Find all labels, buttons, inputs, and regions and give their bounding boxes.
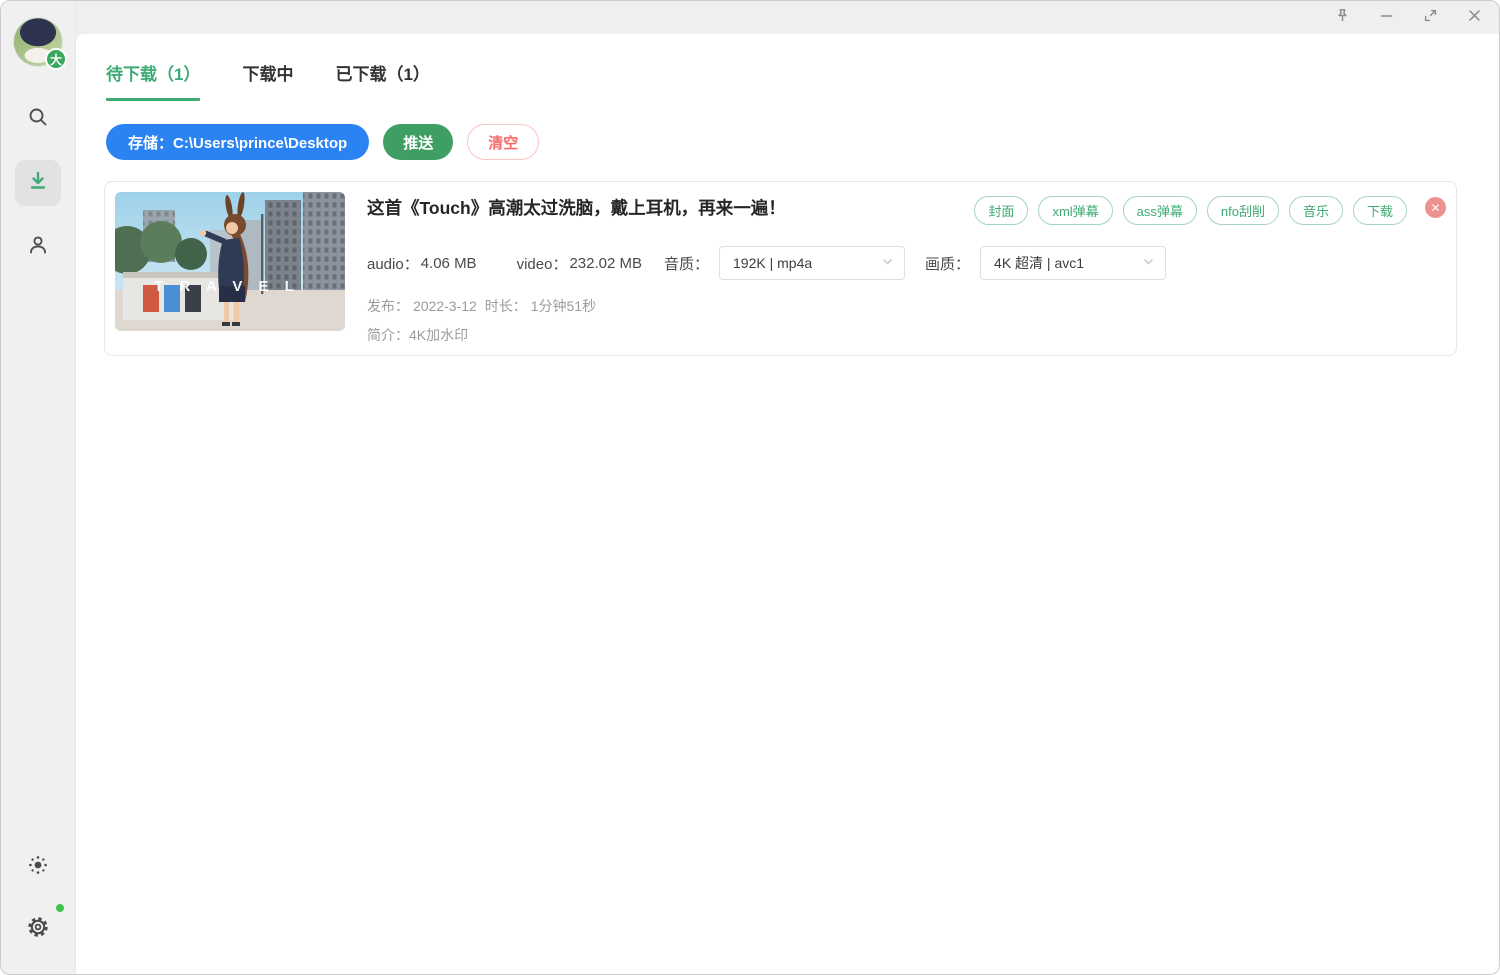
download-icon xyxy=(26,169,50,198)
tab-downloading[interactable]: 下载中 xyxy=(242,60,293,101)
sidebar-nav xyxy=(15,96,61,270)
tab-pending[interactable]: 待下载（1） xyxy=(106,60,200,101)
close-icon xyxy=(1467,8,1482,28)
clear-button[interactable]: 清空 xyxy=(467,124,539,160)
avatar-level-badge: 大 xyxy=(45,48,67,70)
sidebar-item-search[interactable] xyxy=(15,96,61,142)
pin-window-button[interactable] xyxy=(1327,4,1357,32)
sidebar-item-downloads[interactable] xyxy=(15,160,61,206)
maximize-icon xyxy=(1423,8,1438,28)
settings-notification-dot xyxy=(55,903,65,913)
sidebar-bottom xyxy=(15,844,61,952)
audio-size: audio：4.06 MB xyxy=(367,253,477,274)
sidebar-item-user[interactable] xyxy=(15,224,61,270)
push-button[interactable]: 推送 xyxy=(383,124,453,160)
video-quality-select[interactable]: 4K 超清 | avc1 xyxy=(980,246,1166,280)
sidebar: 大 xyxy=(1,1,76,974)
video-title: 这首《Touch》高潮太过洗脑，戴上耳机，再来一遍！ xyxy=(367,196,958,220)
sun-icon xyxy=(26,853,50,882)
storage-path-button[interactable]: 存储：C:\Users\prince\Desktop xyxy=(106,124,369,160)
thumbnail-caption: T R A V E L xyxy=(154,278,300,295)
tag-ass-danmaku[interactable]: ass弹幕 xyxy=(1123,196,1197,225)
chevron-down-icon xyxy=(881,255,894,272)
intro-info: 简介：4K加水印 xyxy=(367,325,1446,345)
option-tags: 封面 xml弹幕 ass弹幕 nfo刮削 音乐 下载 xyxy=(974,196,1407,225)
user-avatar[interactable]: 大 xyxy=(14,18,62,66)
audio-quality-label: 音质： xyxy=(664,253,709,274)
maximize-button[interactable] xyxy=(1415,4,1445,32)
theme-toggle[interactable] xyxy=(15,844,61,890)
app-window: 大 xyxy=(0,0,1500,975)
tag-xml-danmaku[interactable]: xml弹幕 xyxy=(1038,196,1112,225)
person-icon xyxy=(26,233,50,262)
minimize-button[interactable] xyxy=(1371,4,1401,32)
video-size: video：232.02 MB xyxy=(517,253,642,274)
settings-button[interactable] xyxy=(15,906,61,952)
item-details: 这首《Touch》高潮太过洗脑，戴上耳机，再来一遍！ 封面 xml弹幕 ass弹… xyxy=(345,192,1446,345)
tag-download[interactable]: 下载 xyxy=(1353,196,1407,225)
tag-cover[interactable]: 封面 xyxy=(974,196,1028,225)
chevron-down-icon xyxy=(1142,255,1155,272)
toolbar: 存储：C:\Users\prince\Desktop 推送 清空 xyxy=(76,101,1499,160)
titlebar xyxy=(76,1,1499,34)
download-item-card: T R A V E L 这首《Touch》高潮太过洗脑，戴上耳机，再来一遍！ 封… xyxy=(104,181,1457,356)
pin-icon xyxy=(1335,8,1350,28)
tab-downloaded[interactable]: 已下载（1） xyxy=(335,60,429,101)
tab-bar: 待下载（1） 下载中 已下载（1） xyxy=(76,34,1499,101)
close-window-button[interactable] xyxy=(1459,4,1489,32)
gear-icon xyxy=(25,914,51,945)
minimize-icon xyxy=(1379,8,1394,28)
tag-nfo-scrape[interactable]: nfo刮削 xyxy=(1207,196,1279,225)
main-content: 待下载（1） 下载中 已下载（1） 存储：C:\Users\prince\Des… xyxy=(76,34,1499,974)
video-thumbnail: T R A V E L xyxy=(115,192,345,331)
remove-item-button[interactable]: ✕ xyxy=(1425,197,1446,218)
publish-info: 发布：2022-3-12 时长：1分钟51秒 xyxy=(367,296,1446,316)
tag-music[interactable]: 音乐 xyxy=(1289,196,1343,225)
video-quality-label: 画质： xyxy=(925,253,970,274)
search-icon xyxy=(26,105,50,134)
audio-quality-select[interactable]: 192K | mp4a xyxy=(719,246,905,280)
remove-x-icon: ✕ xyxy=(1430,201,1440,215)
